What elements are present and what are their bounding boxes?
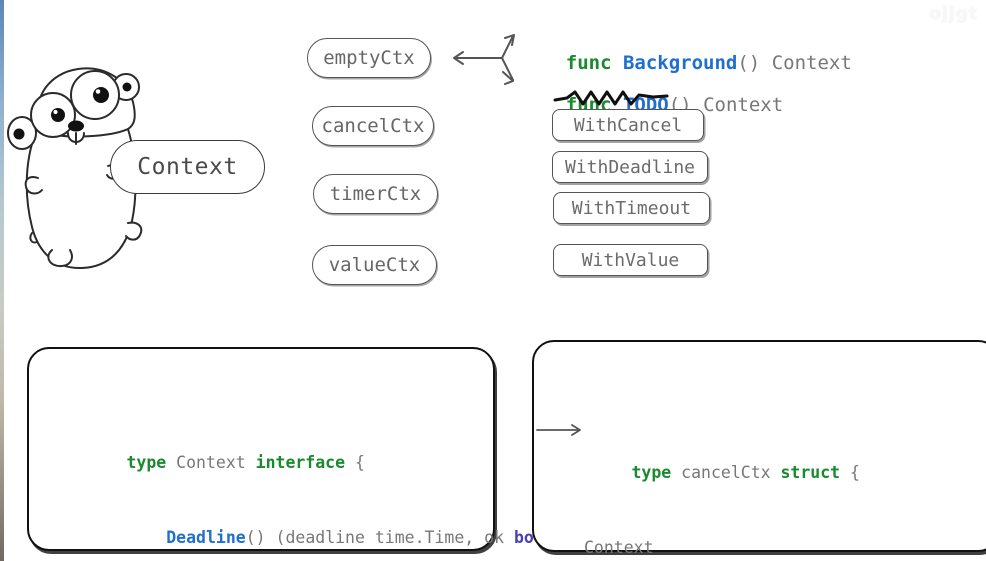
func-return-type: Context [771, 52, 852, 74]
with-box-label: WithCancel [573, 114, 683, 136]
ctx-pill-label: valueCtx [328, 254, 421, 276]
with-box-withvalue[interactable]: WithValue [553, 244, 708, 276]
code-line: Deadline() (deadline time.Time, ok bool) [47, 500, 563, 547]
ctx-pill-cancelctx[interactable]: cancelCtx [312, 106, 434, 146]
with-box-label: WithDeadline [564, 156, 696, 178]
token-plain: cancelCtx [681, 463, 781, 482]
context-interface-code: type Context interface { Deadline() (dea… [47, 375, 564, 561]
with-box-label: WithValue [581, 249, 680, 271]
left-accent-strip [0, 0, 4, 561]
cancelctx-struct-code: type cancelCtx struct { Context mu sync.… [552, 360, 913, 561]
diagram-canvas: ojjgt Context emptyCtx cancelCtx timerCt… [0, 0, 986, 561]
token-plain: () (deadline time.Time, ok [245, 528, 514, 547]
ctx-pill-label: cancelCtx [321, 115, 425, 137]
field-name: Context [584, 538, 654, 557]
context-interface-panel: type Context interface { Deadline() (dea… [27, 347, 564, 551]
code-line: type Context interface { [47, 425, 564, 472]
cancelctx-struct-panel: type cancelCtx struct { Context mu sync.… [532, 340, 986, 557]
func-parens: () [737, 52, 772, 74]
token-kw: type [126, 453, 177, 472]
code-line: type cancelCtx struct { [552, 435, 913, 482]
token-plain: Context [176, 453, 256, 472]
ctx-pill-valuectx[interactable]: valueCtx [312, 245, 437, 285]
token-kw: type [631, 463, 682, 482]
token-kw: interface [255, 453, 346, 472]
ctx-pill-label: emptyCtx [323, 47, 415, 69]
token-kw: struct [780, 463, 841, 482]
with-box-withdeadline[interactable]: WithDeadline [552, 151, 708, 183]
with-box-label: WithTimeout [571, 197, 692, 219]
token-plain: { [345, 453, 365, 472]
struct-field-context: Context [552, 535, 913, 560]
func-name: Background [622, 52, 738, 74]
func-keyword: func [565, 52, 623, 74]
watermark-text: ojjgt [929, 4, 978, 24]
context-bubble: Context [110, 140, 265, 194]
ctx-pill-timerctx[interactable]: timerCtx [313, 174, 438, 214]
context-bubble-label: Context [137, 154, 238, 180]
mu-field-arrow-icon [536, 424, 581, 436]
ctx-pill-label: timerCtx [329, 183, 422, 205]
squiggle-underline-icon [553, 90, 669, 106]
token-plain: { [840, 463, 860, 482]
func-return-type: Context [703, 94, 784, 116]
with-box-withtimeout[interactable]: WithTimeout [553, 192, 710, 224]
with-box-withcancel[interactable]: WithCancel [552, 109, 704, 141]
ctx-pill-emptyctx[interactable]: emptyCtx [307, 38, 431, 78]
token-fn: Deadline [166, 528, 246, 547]
